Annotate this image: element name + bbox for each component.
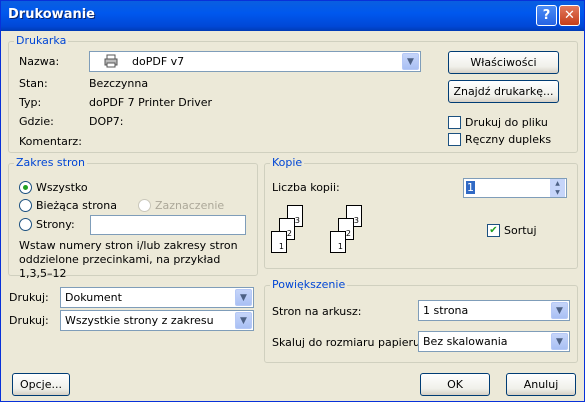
page-range-group-title: Zakres stron — [14, 156, 87, 169]
copies-count-input[interactable]: 1 ▲ ▼ — [463, 178, 567, 198]
spin-down-icon[interactable]: ▼ — [550, 188, 565, 197]
help-icon[interactable]: ? — [536, 5, 557, 26]
collate-checkbox[interactable]: ✔ — [487, 224, 500, 237]
printer-name-label: Nazwa: — [19, 55, 60, 68]
print-what-value: Dokument — [65, 291, 122, 304]
where-label: Gdzie: — [19, 115, 54, 128]
pages-per-sheet-value: 1 strona — [423, 304, 469, 317]
cancel-button[interactable]: Anuluj — [506, 373, 576, 396]
printer-name-value: doPDF v7 — [132, 55, 185, 68]
range-current-radio[interactable] — [19, 199, 32, 212]
pages-per-sheet-label: Stron na arkusz: — [272, 305, 362, 318]
manual-duplex-checkbox[interactable] — [448, 133, 461, 146]
pages-per-sheet-select[interactable]: 1 strona ▼ — [418, 300, 570, 321]
comment-label: Komentarz: — [19, 135, 82, 148]
collate-page-icon: 1 — [271, 231, 287, 253]
range-pages-label: Strony: — [36, 218, 75, 231]
range-current-label: Bieżąca strona — [36, 199, 117, 212]
chevron-down-icon[interactable]: ▼ — [235, 289, 252, 306]
scale-select[interactable]: Bez skalowania ▼ — [418, 331, 570, 352]
printer-icon — [104, 54, 118, 68]
print-pages-value: Wszystkie strony z zakresu — [65, 314, 214, 327]
title-bar[interactable]: Drukowanie ? ✕ — [1, 1, 584, 31]
ok-button[interactable]: OK — [420, 373, 490, 396]
window-title: Drukowanie — [8, 7, 95, 22]
where-value: DOP7: — [89, 115, 124, 128]
zoom-group-title: Powiększenie — [270, 278, 348, 291]
type-value: doPDF 7 Printer Driver — [89, 96, 213, 109]
type-label: Typ: — [19, 96, 42, 109]
print-to-file-label: Drukuj do pliku — [465, 116, 548, 129]
manual-duplex-label: Ręczny dupleks — [465, 133, 552, 146]
pages-hint: Wstaw numery stron i/lub zakresy stron o… — [19, 239, 238, 280]
copies-count-label: Liczba kopii: — [272, 181, 340, 194]
print-to-file-checkbox[interactable] — [448, 116, 461, 129]
pages-input[interactable] — [90, 215, 246, 235]
chevron-down-icon[interactable]: ▼ — [235, 312, 252, 329]
range-selection-radio — [138, 199, 151, 212]
copies-count-value: 1 — [466, 181, 475, 194]
scale-label: Skaluj do rozmiaru papieru: — [272, 336, 424, 349]
copies-group-title: Kopie — [270, 156, 305, 169]
chevron-down-icon[interactable]: ▼ — [551, 333, 568, 350]
collate-label: Sortuj — [504, 224, 537, 237]
print-pages-label: Drukuj: — [9, 314, 49, 327]
print-pages-select[interactable]: Wszystkie strony z zakresu ▼ — [60, 310, 254, 331]
printer-group-title: Drukarka — [14, 34, 69, 47]
find-printer-button[interactable]: Znajdź drukarkę... — [448, 80, 559, 103]
chevron-down-icon[interactable]: ▼ — [402, 53, 419, 70]
range-all-radio[interactable] — [19, 181, 32, 194]
print-what-select[interactable]: Dokument ▼ — [60, 287, 254, 308]
scale-value: Bez skalowania — [423, 335, 508, 348]
properties-button[interactable]: Właściwości — [448, 51, 559, 74]
collate-page-icon: 1 — [330, 231, 346, 253]
printer-name-select[interactable]: doPDF v7 ▼ — [89, 51, 421, 72]
print-dialog: Drukowanie ? ✕ Drukarka Nazwa: doPDF v7 … — [0, 0, 585, 402]
range-selection-label: Zaznaczenie — [155, 199, 225, 212]
range-all-label: Wszystko — [36, 181, 88, 194]
range-pages-radio[interactable] — [19, 218, 32, 231]
status-value: Bezczynna — [89, 77, 149, 90]
options-button[interactable]: Opcje... — [12, 373, 70, 396]
close-icon[interactable]: ✕ — [559, 5, 580, 26]
print-what-label: Drukuj: — [9, 291, 49, 304]
chevron-down-icon[interactable]: ▼ — [551, 302, 568, 319]
spin-up-icon[interactable]: ▲ — [550, 179, 565, 188]
status-label: Stan: — [19, 77, 48, 90]
